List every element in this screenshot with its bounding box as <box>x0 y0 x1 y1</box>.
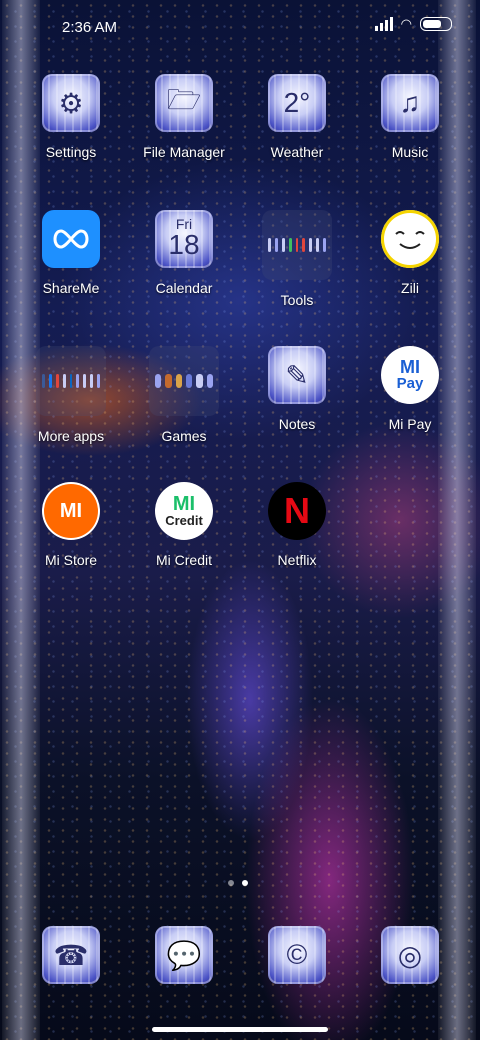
app-label: Mi Pay <box>388 416 432 432</box>
battery-icon <box>420 17 452 31</box>
app-tools-folder[interactable]: Tools <box>242 210 352 308</box>
app-label: Weather <box>270 144 324 160</box>
app-label: Settings <box>45 144 97 160</box>
home-indicator[interactable] <box>152 1027 328 1032</box>
app-weather[interactable]: 2° Weather <box>242 74 352 160</box>
weather-icon: 2° <box>268 74 326 132</box>
app-shareme[interactable]: ShareMe <box>16 210 126 296</box>
app-label: File Manager <box>143 144 225 160</box>
browser-icon: © <box>268 926 326 984</box>
phone-icon: ☎ <box>42 926 100 984</box>
app-notes[interactable]: ✎ Notes <box>242 346 352 432</box>
messages-icon: 💬 <box>155 926 213 984</box>
games-folder-icon <box>149 346 219 416</box>
page-dot[interactable] <box>228 880 234 886</box>
app-label: Games <box>161 428 207 444</box>
app-settings[interactable]: ⚙ Settings <box>16 74 126 160</box>
netflix-icon: N <box>268 482 326 540</box>
signal-icon <box>374 17 393 31</box>
app-mi-credit[interactable]: MI Credit Mi Credit <box>129 482 239 568</box>
app-label: Netflix <box>277 552 317 568</box>
app-games-folder[interactable]: Games <box>129 346 239 444</box>
shareme-icon <box>42 210 100 268</box>
app-zili[interactable]: Zili <box>355 210 465 296</box>
app-more-apps-folder[interactable]: More apps <box>16 346 126 444</box>
status-bar: 2:36 AM ◠ <box>0 0 480 52</box>
notes-icon: ✎ <box>268 346 326 404</box>
app-label: Music <box>391 144 429 160</box>
dock-phone[interactable]: ☎ <box>16 926 126 984</box>
app-label: Mi Credit <box>155 552 212 568</box>
file-manager-icon: 🗁 <box>155 74 213 132</box>
page-indicator <box>228 880 248 886</box>
dock-messages[interactable]: 💬 <box>129 926 239 984</box>
camera-icon: ◎ <box>381 926 439 984</box>
app-music[interactable]: ♫ Music <box>355 74 465 160</box>
zili-icon <box>381 210 439 268</box>
app-mi-pay[interactable]: MI Pay Mi Pay <box>355 346 465 432</box>
status-time: 2:36 AM <box>62 19 118 36</box>
dock-camera[interactable]: ◎ <box>355 926 465 984</box>
app-label: ShareMe <box>42 280 100 296</box>
app-mi-store[interactable]: MI Mi Store <box>16 482 126 568</box>
settings-icon: ⚙ <box>42 74 100 132</box>
mi-store-icon: MI <box>42 482 100 540</box>
app-label: Zili <box>401 280 419 296</box>
app-netflix[interactable]: N Netflix <box>242 482 352 568</box>
mi-credit-icon: MI Credit <box>155 482 213 540</box>
app-calendar[interactable]: Fri 18 Calendar <box>129 210 239 296</box>
music-icon: ♫ <box>381 74 439 132</box>
app-file-manager[interactable]: 🗁 File Manager <box>129 74 239 160</box>
wifi-icon: ◠ <box>400 16 412 31</box>
page-dot-active[interactable] <box>242 880 248 886</box>
more-apps-folder-icon <box>36 346 106 416</box>
app-label: Mi Store <box>44 552 98 568</box>
app-label: Tools <box>280 292 314 308</box>
app-label: More apps <box>37 428 105 444</box>
mi-pay-icon: MI Pay <box>381 346 439 404</box>
calendar-icon: Fri 18 <box>155 210 213 268</box>
status-icons: ◠ <box>374 16 452 31</box>
dock-browser[interactable]: © <box>242 926 352 984</box>
app-label: Calendar <box>155 280 213 296</box>
app-label: Notes <box>278 416 316 432</box>
tools-folder-icon <box>262 210 332 280</box>
